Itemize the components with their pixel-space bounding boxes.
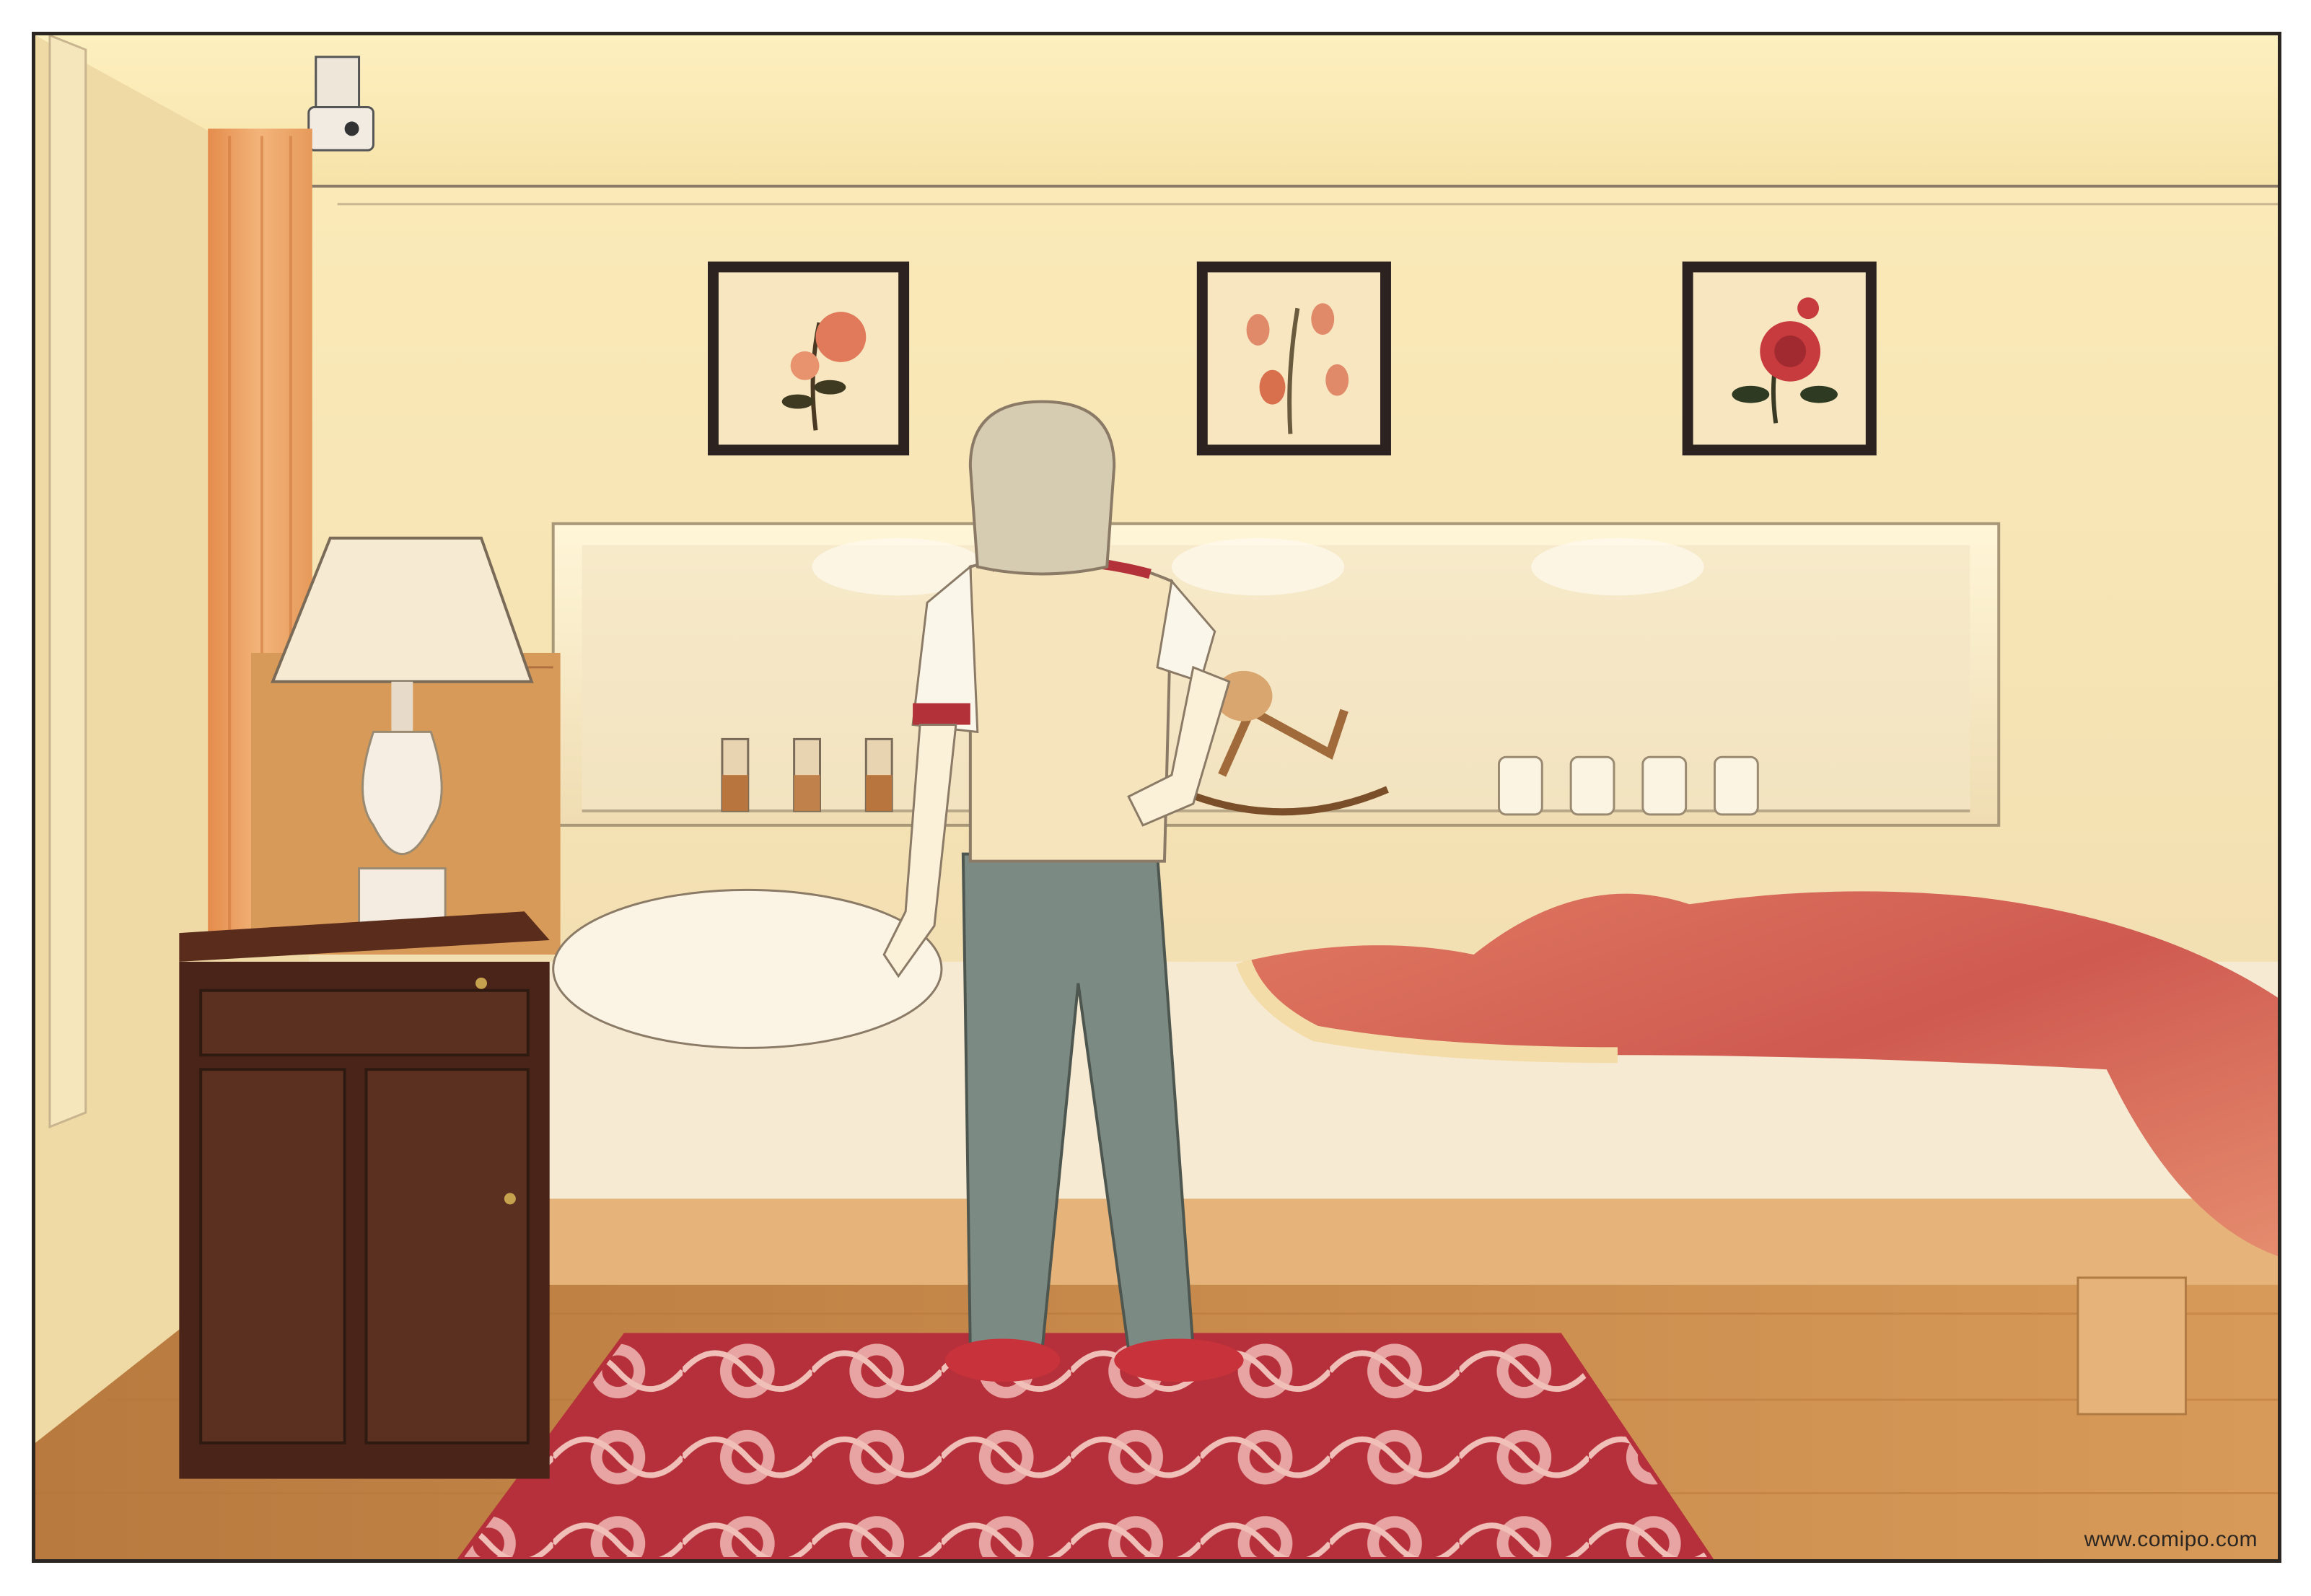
picture-frame-bells bbox=[1196, 261, 1391, 456]
pillow bbox=[552, 888, 943, 1049]
spice-bottles bbox=[721, 737, 893, 812]
bed-frame bbox=[538, 1198, 2278, 1285]
picture-frame-rose bbox=[1682, 261, 1877, 456]
bed-leg bbox=[2077, 1276, 2187, 1416]
comic-panel: www.comipo.com bbox=[32, 32, 2281, 1563]
nightstand bbox=[179, 911, 550, 1479]
rug bbox=[457, 1333, 1714, 1559]
door-frame bbox=[48, 35, 87, 1129]
picture-frame-lily bbox=[708, 261, 910, 456]
watermark-text: www.comipo.com bbox=[2084, 1527, 2258, 1551]
bedroom-scene bbox=[35, 35, 2278, 1559]
